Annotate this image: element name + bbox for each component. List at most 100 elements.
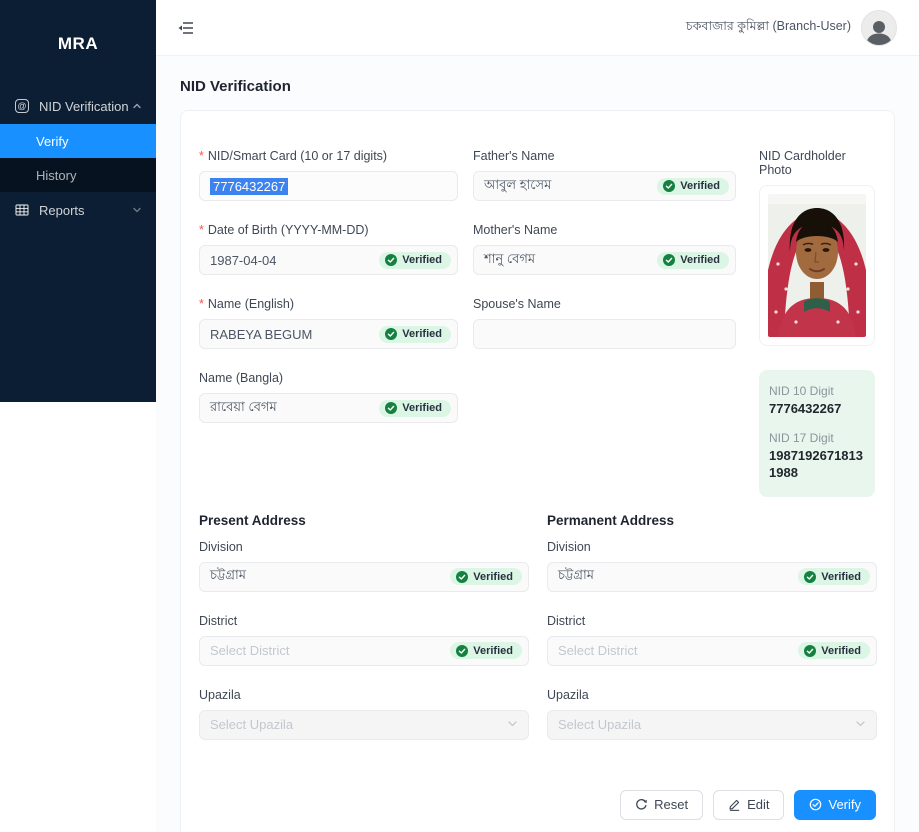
menu-fold-icon[interactable]	[172, 14, 200, 42]
reports-table-icon	[14, 202, 30, 218]
nid-input[interactable]: 7776432267	[199, 171, 458, 201]
father-input[interactable]: আবুল হাসেম Verified	[473, 171, 736, 201]
nid10-value: 7776432267	[769, 401, 865, 417]
check-circle-icon	[663, 254, 675, 266]
dob-field-label: *Date of Birth (YYYY-MM-DD)	[199, 223, 458, 237]
present-division-input[interactable]: চট্টগ্রাম Verified	[199, 562, 529, 592]
sidebar-item-label: NID Verification	[39, 99, 132, 114]
nid-cardholder-photo	[759, 185, 875, 346]
sidebar-item-verify[interactable]: Verify	[0, 124, 156, 158]
reset-button[interactable]: Reset	[620, 790, 703, 820]
verified-badge: Verified	[379, 252, 451, 269]
user-area: চকবাজার কুমিল্লা (Branch-User)	[686, 10, 897, 46]
check-circle-icon	[804, 645, 816, 657]
permanent-district-placeholder: Select District	[558, 643, 637, 658]
user-label: চকবাজার কুমিল্লা (Branch-User)	[686, 18, 851, 38]
check-circle-icon	[804, 571, 816, 583]
verify-check-icon	[809, 798, 822, 811]
father-input-value: আবুল হাসেম	[484, 176, 551, 197]
mother-input-value: শানু বেগম	[484, 250, 535, 271]
present-district-placeholder: Select District	[210, 643, 289, 658]
nid17-value: 19871926718131988	[769, 448, 865, 481]
name-en-input[interactable]: RABEYA BEGUM Verified	[199, 319, 458, 349]
check-circle-icon	[385, 328, 397, 340]
permanent-address-title: Permanent Address	[547, 513, 877, 528]
permanent-district-select[interactable]: Select District Verified	[547, 636, 877, 666]
sidebar-item-label: Reports	[39, 203, 132, 218]
present-address-title: Present Address	[199, 513, 529, 528]
mother-field-label: Mother's Name	[473, 223, 736, 237]
permanent-district-label: District	[547, 614, 877, 628]
present-district-select[interactable]: Select District Verified	[199, 636, 529, 666]
main-panel: NID Verification *NID/Smart Card (10 or …	[156, 56, 919, 832]
verified-badge: Verified	[450, 642, 522, 659]
required-marker: *	[199, 223, 204, 237]
app-window: MRA @ NID Verification Verify History	[0, 0, 919, 832]
chevron-down-icon	[132, 203, 142, 218]
required-marker: *	[199, 297, 204, 311]
nid17-label: NID 17 Digit	[769, 431, 865, 445]
check-circle-icon	[385, 254, 397, 266]
name-en-field-label: *Name (English)	[199, 297, 458, 311]
page-title: NID Verification	[180, 78, 895, 95]
verified-badge: Verified	[798, 642, 870, 659]
verified-badge: Verified	[450, 568, 522, 585]
sidebar-item-reports[interactable]: Reports	[0, 192, 156, 228]
user-avatar[interactable]	[861, 10, 897, 46]
check-circle-icon	[663, 180, 675, 192]
dob-input-value: 1987-04-04	[210, 253, 277, 268]
verify-button[interactable]: Verify	[794, 790, 876, 820]
nid-verification-icon: @	[14, 98, 30, 114]
present-division-value: চট্টগ্রাম	[210, 566, 246, 587]
permanent-upazila-select[interactable]: Select Upazila	[547, 710, 877, 740]
check-circle-icon	[385, 402, 397, 414]
edit-button[interactable]: Edit	[713, 790, 784, 820]
present-upazila-label: Upazila	[199, 688, 529, 702]
name-en-input-value: RABEYA BEGUM	[210, 327, 312, 342]
verified-badge: Verified	[657, 178, 729, 195]
spouse-field-label: Spouse's Name	[473, 297, 736, 311]
chevron-up-icon	[132, 99, 142, 114]
present-address-section: Present Address Division চট্টগ্রাম Verif…	[199, 513, 529, 762]
sidebar-item-history[interactable]: History	[0, 158, 156, 192]
mother-input[interactable]: শানু বেগম Verified	[473, 245, 736, 275]
nid-verification-card: *NID/Smart Card (10 or 17 digits) 777643…	[180, 110, 895, 832]
permanent-address-section: Permanent Address Division চট্টগ্রাম Ver…	[547, 513, 877, 762]
permanent-upazila-placeholder: Select Upazila	[558, 717, 641, 732]
reset-icon	[635, 798, 648, 811]
nid-input-value: 7776432267	[210, 178, 288, 195]
nid-verification-submenu: Verify History	[0, 124, 156, 192]
sidebar-item-nid-verification[interactable]: @ NID Verification	[0, 88, 156, 124]
spouse-input[interactable]	[473, 319, 736, 349]
name-bn-input[interactable]: রাবেয়া বেগম Verified	[199, 393, 458, 423]
check-circle-icon	[456, 645, 468, 657]
edit-pencil-icon	[728, 798, 741, 811]
chevron-down-icon	[855, 717, 870, 732]
father-field-label: Father's Name	[473, 149, 736, 163]
name-bn-input-value: রাবেয়া বেগম	[210, 398, 277, 419]
present-upazila-select[interactable]: Select Upazila	[199, 710, 529, 740]
nid10-label: NID 10 Digit	[769, 384, 865, 398]
required-marker: *	[199, 149, 204, 163]
permanent-division-input[interactable]: চট্টগ্রাম Verified	[547, 562, 877, 592]
permanent-division-value: চট্টগ্রাম	[558, 566, 594, 587]
verified-badge: Verified	[798, 568, 870, 585]
present-upazila-placeholder: Select Upazila	[210, 717, 293, 732]
dob-input[interactable]: 1987-04-04 Verified	[199, 245, 458, 275]
name-bn-field-label: Name (Bangla)	[199, 371, 458, 385]
present-district-label: District	[199, 614, 529, 628]
top-bar: চকবাজার কুমিল্লা (Branch-User)	[156, 0, 919, 56]
sidebar-item-label: Verify	[36, 134, 69, 149]
nid-field-label: *NID/Smart Card (10 or 17 digits)	[199, 149, 458, 163]
permanent-division-label: Division	[547, 540, 877, 554]
check-circle-icon	[456, 571, 468, 583]
sidebar: MRA @ NID Verification Verify History	[0, 0, 156, 832]
action-buttons: Reset Edit Verify	[199, 790, 876, 820]
permanent-upazila-label: Upazila	[547, 688, 877, 702]
content-area: চকবাজার কুমিল্লা (Branch-User) NID Verif…	[156, 0, 919, 832]
verified-badge: Verified	[657, 252, 729, 269]
verified-badge: Verified	[379, 400, 451, 417]
sidebar-item-label: History	[36, 168, 76, 183]
present-division-label: Division	[199, 540, 529, 554]
photo-label: NID Cardholder Photo	[759, 149, 875, 177]
